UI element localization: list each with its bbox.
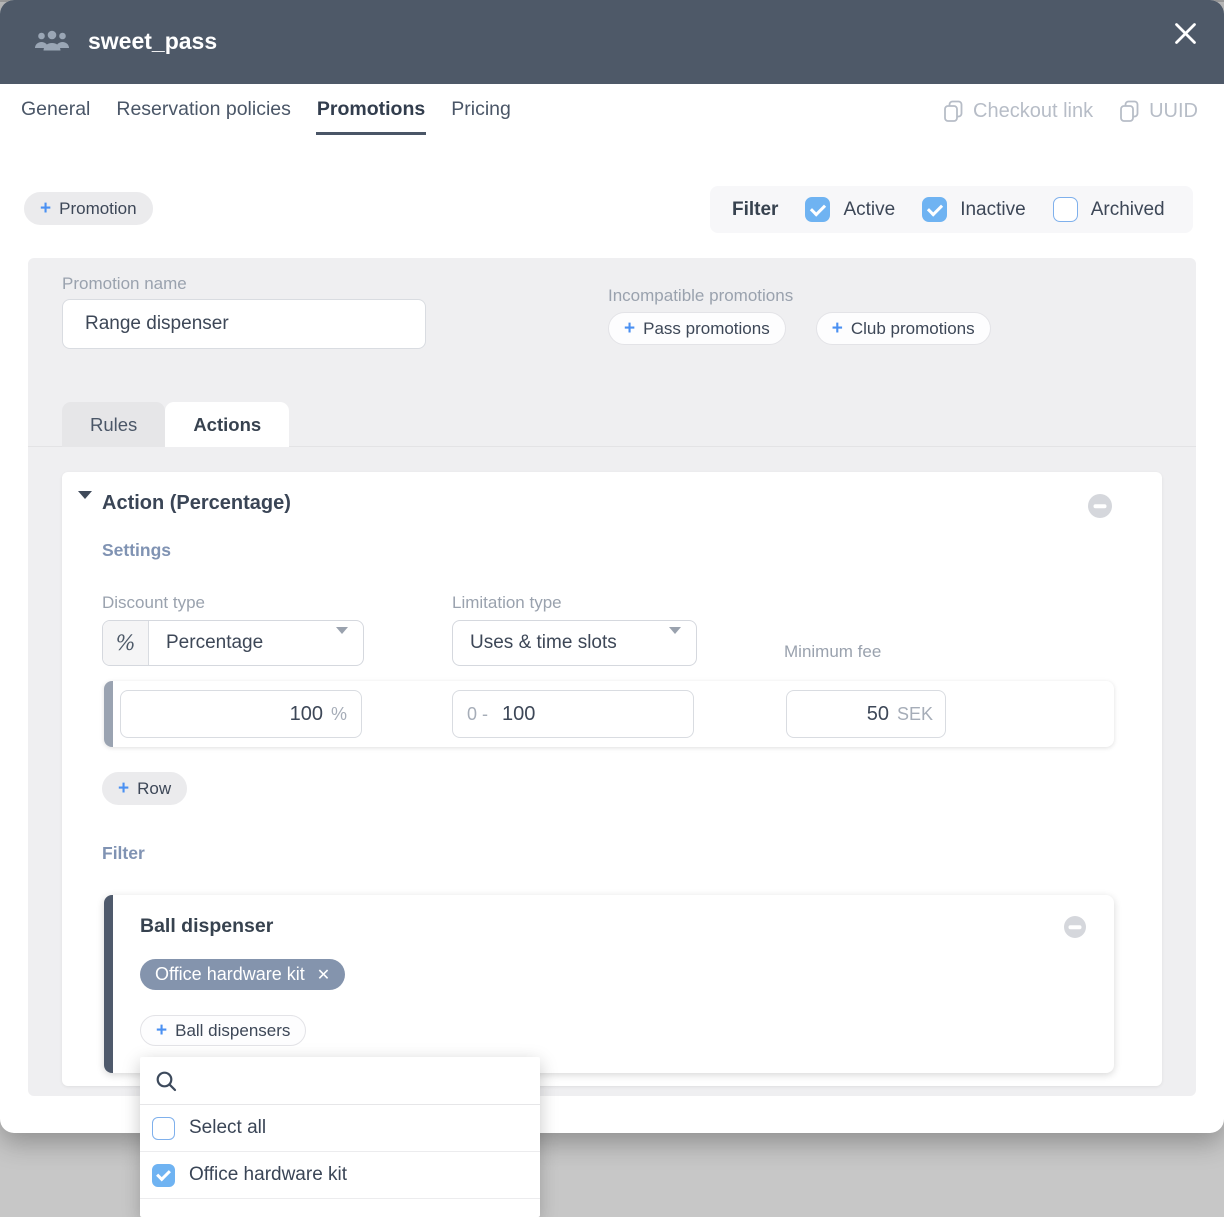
- copy-icon: [943, 100, 964, 123]
- dropdown-option-select-all[interactable]: Select all: [140, 1105, 540, 1152]
- add-pass-promotions-label: Pass promotions: [643, 319, 770, 339]
- discount-type-value: Percentage: [149, 632, 336, 654]
- nav-row: General Reservation policies Promotions …: [0, 84, 1224, 144]
- add-club-promotions-button[interactable]: + Club promotions: [816, 312, 991, 345]
- checkout-link-button[interactable]: Checkout link: [943, 100, 1093, 123]
- tag-remove-icon[interactable]: ✕: [317, 965, 330, 985]
- inactive-checkbox[interactable]: [922, 197, 947, 222]
- plus-icon: +: [832, 319, 843, 338]
- percentage-value: 100: [290, 703, 323, 726]
- promotion-panel: Promotion name Range dispenser Incompati…: [28, 258, 1196, 1096]
- incompatible-promotions-label: Incompatible promotions: [608, 286, 793, 306]
- active-label: Active: [843, 199, 895, 221]
- collapse-caret-icon[interactable]: [78, 499, 92, 517]
- plus-icon: +: [40, 199, 51, 218]
- action-card: Action (Percentage) Settings Discount ty…: [62, 472, 1162, 1086]
- tab-promotions[interactable]: Promotions: [316, 84, 426, 135]
- plus-icon: +: [156, 1021, 167, 1040]
- add-club-promotions-label: Club promotions: [851, 319, 975, 339]
- settings-label: Settings: [102, 540, 171, 561]
- card-accent-bar: [104, 895, 113, 1073]
- add-promotion-label: Promotion: [59, 199, 136, 219]
- plus-icon: +: [624, 319, 635, 338]
- tab-pricing[interactable]: Pricing: [450, 84, 512, 135]
- office-hardware-kit-checkbox[interactable]: [152, 1164, 175, 1187]
- filter-option-archived[interactable]: Archived: [1053, 197, 1165, 222]
- select-all-label: Select all: [189, 1117, 266, 1139]
- remove-filter-icon[interactable]: [1064, 916, 1086, 938]
- copy-icon: [1119, 100, 1140, 123]
- add-pass-promotions-button[interactable]: + Pass promotions: [608, 312, 786, 345]
- dispenser-dropdown: Select all Office hardware kit: [140, 1057, 540, 1217]
- inactive-label: Inactive: [960, 199, 1025, 221]
- percent-symbol: %: [103, 621, 149, 665]
- dropdown-option-office-hardware-kit[interactable]: Office hardware kit: [140, 1152, 540, 1199]
- tab-general[interactable]: General: [20, 84, 91, 135]
- filter-option-inactive[interactable]: Inactive: [922, 197, 1025, 222]
- fee-value: 50: [867, 703, 889, 726]
- active-checkbox[interactable]: [805, 197, 830, 222]
- tag-label: Office hardware kit: [155, 964, 305, 985]
- chevron-down-icon: [669, 634, 681, 652]
- discount-type-label: Discount type: [102, 593, 205, 613]
- row-accent-bar: [104, 681, 113, 747]
- add-ball-dispensers-button[interactable]: + Ball dispensers: [140, 1015, 306, 1046]
- filter-option-active[interactable]: Active: [805, 197, 895, 222]
- percentage-unit: %: [331, 704, 347, 725]
- archived-checkbox[interactable]: [1053, 197, 1078, 222]
- office-hardware-kit-label: Office hardware kit: [189, 1164, 347, 1186]
- promotion-name-label: Promotion name: [62, 274, 187, 294]
- modal-header: sweet_pass: [0, 0, 1224, 84]
- uuid-label: UUID: [1149, 100, 1198, 123]
- add-row-label: Row: [137, 779, 171, 799]
- tab-reservation-policies[interactable]: Reservation policies: [115, 84, 292, 135]
- search-icon: [154, 1069, 178, 1093]
- select-all-checkbox[interactable]: [152, 1117, 175, 1140]
- tab-actions[interactable]: Actions: [165, 402, 289, 447]
- uses-range-input[interactable]: 0 - 100: [452, 690, 694, 738]
- promotion-name-value: Range dispenser: [85, 313, 229, 335]
- archived-label: Archived: [1091, 199, 1165, 221]
- ball-dispenser-card: Ball dispenser Office hardware kit ✕ + B…: [104, 895, 1114, 1073]
- nav-actions: Checkout link UUID: [943, 100, 1198, 123]
- range-prefix: 0 -: [467, 704, 488, 725]
- limitation-type-label: Limitation type: [452, 593, 562, 613]
- ball-dispenser-title: Ball dispenser: [140, 915, 273, 938]
- add-row-button[interactable]: + Row: [102, 772, 187, 805]
- filter-bar: Filter Active Inactive Archived: [710, 186, 1193, 233]
- office-hardware-kit-tag: Office hardware kit ✕: [140, 959, 345, 990]
- filter-section-label: Filter: [102, 843, 145, 864]
- group-icon: [34, 29, 70, 60]
- remove-action-icon[interactable]: [1088, 494, 1112, 518]
- action-card-title: Action (Percentage): [102, 492, 291, 515]
- checkout-link-label: Checkout link: [973, 100, 1093, 123]
- range-value: 100: [502, 703, 535, 726]
- percentage-input[interactable]: 100 %: [120, 690, 362, 738]
- plus-icon: +: [118, 779, 129, 798]
- add-promotion-button[interactable]: + Promotion: [24, 192, 153, 225]
- discount-type-select[interactable]: % Percentage: [102, 620, 364, 666]
- minimum-fee-input[interactable]: 50 SEK: [786, 690, 946, 738]
- pass-settings-modal: sweet_pass General Reservation policies …: [0, 0, 1224, 1133]
- action-values-row: 100 % 0 - 100 50 SEK: [104, 681, 1114, 747]
- fee-unit: SEK: [897, 704, 933, 725]
- minimum-fee-label: Minimum fee: [784, 642, 881, 662]
- promotion-name-input[interactable]: Range dispenser: [62, 299, 426, 349]
- dropdown-search-input[interactable]: [188, 1057, 540, 1104]
- close-icon[interactable]: [1166, 14, 1204, 52]
- limitation-type-select[interactable]: Uses & time slots: [452, 620, 697, 666]
- chevron-down-icon: [336, 634, 348, 652]
- dropdown-search-row: [140, 1057, 540, 1105]
- limitation-type-value: Uses & time slots: [453, 632, 669, 654]
- nav-tabs: General Reservation policies Promotions …: [20, 84, 512, 135]
- filter-bar-label: Filter: [732, 199, 778, 221]
- sub-tabs: Rules Actions: [62, 402, 289, 447]
- uuid-button[interactable]: UUID: [1119, 100, 1198, 123]
- modal-title: sweet_pass: [88, 28, 217, 55]
- add-ball-dispensers-label: Ball dispensers: [175, 1021, 290, 1041]
- incompatible-buttons: + Pass promotions + Club promotions: [608, 312, 991, 345]
- tab-rules[interactable]: Rules: [62, 402, 165, 447]
